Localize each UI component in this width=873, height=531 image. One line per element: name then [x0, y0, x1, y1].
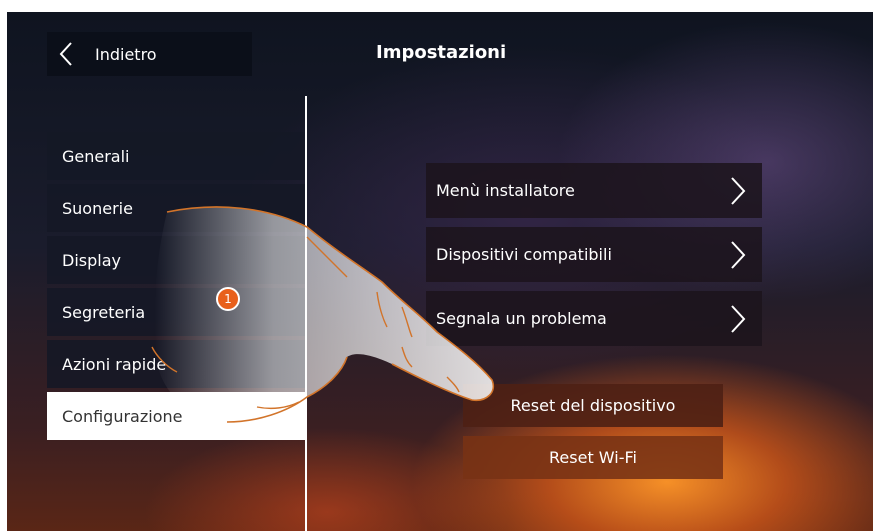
menu-item-generali[interactable]: Generali [47, 132, 305, 180]
back-label: Indietro [95, 44, 157, 64]
menu-item-configurazione[interactable]: Configurazione [47, 392, 305, 440]
reset-wifi-button[interactable]: Reset Wi-Fi [463, 436, 723, 479]
option-label: Menù installatore [436, 181, 575, 200]
chevron-right-icon [728, 238, 748, 272]
chevron-right-icon [728, 302, 748, 336]
step-number-badge: 1 [216, 287, 240, 311]
menu-item-label: Azioni rapide [62, 354, 167, 374]
installer-menu-button[interactable]: Menù installatore [426, 163, 762, 218]
report-problem-button[interactable]: Segnala un problema [426, 291, 762, 346]
reset-device-button[interactable]: Reset del dispositivo [463, 384, 723, 427]
menu-item-label: Segreteria [62, 302, 146, 322]
menu-item-segreteria[interactable]: Segreteria [47, 288, 305, 336]
page-title: Impostazioni [376, 42, 507, 63]
device-screen: Indietro Impostazioni Generali Suonerie … [7, 12, 873, 531]
configuration-options: Menù installatore Dispositivi compatibil… [426, 163, 762, 355]
menu-item-display[interactable]: Display [47, 236, 305, 284]
back-button[interactable]: Indietro [47, 32, 252, 76]
menu-item-label: Suonerie [62, 198, 133, 218]
menu-item-label: Generali [62, 146, 130, 166]
settings-menu: Generali Suonerie Display Segreteria Azi… [47, 132, 305, 444]
divider [305, 96, 307, 531]
chevron-left-icon [47, 32, 85, 76]
chevron-right-icon [728, 174, 748, 208]
menu-item-label: Configurazione [62, 406, 183, 426]
menu-item-suonerie[interactable]: Suonerie [47, 184, 305, 232]
menu-item-label: Display [62, 250, 121, 270]
menu-item-azioni-rapide[interactable]: Azioni rapide [47, 340, 305, 388]
option-label: Segnala un problema [436, 309, 607, 328]
option-label: Dispositivi compatibili [436, 245, 612, 264]
compatible-devices-button[interactable]: Dispositivi compatibili [426, 227, 762, 282]
